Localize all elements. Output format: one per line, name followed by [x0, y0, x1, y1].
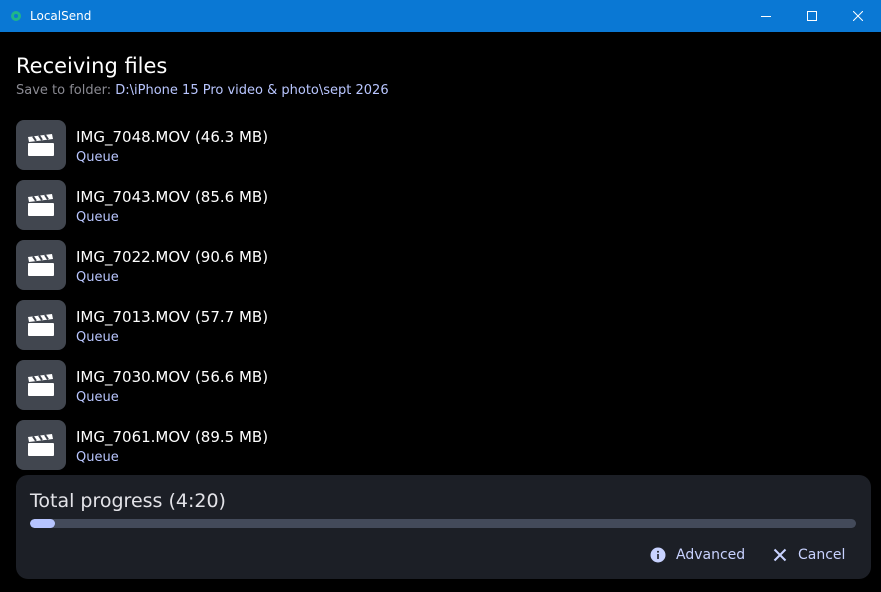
minimize-button[interactable] — [743, 0, 789, 32]
video-file-icon — [16, 360, 66, 410]
page-title: Receiving files — [16, 54, 168, 78]
file-list-item[interactable]: IMG_7022.MOV (90.6 MB) Queue — [16, 240, 866, 300]
file-name: IMG_7013.MOV (57.7 MB) — [76, 308, 269, 326]
advanced-button[interactable]: Advanced — [650, 542, 745, 568]
file-status: Queue — [76, 330, 119, 345]
file-status: Queue — [76, 390, 119, 405]
file-name: IMG_7061.MOV (89.5 MB) — [76, 428, 269, 446]
file-status: Queue — [76, 150, 119, 165]
close-icon — [853, 11, 863, 21]
total-progress-bar — [30, 519, 856, 528]
cancel-button-label: Cancel — [798, 547, 846, 563]
minimize-icon — [761, 16, 771, 17]
file-name: IMG_7043.MOV (85.6 MB) — [76, 188, 269, 206]
video-file-icon — [16, 420, 66, 470]
video-file-icon — [16, 240, 66, 290]
file-status: Queue — [76, 450, 119, 465]
window-title: LocalSend — [30, 9, 92, 23]
file-status: Queue — [76, 270, 119, 285]
close-icon — [772, 547, 788, 563]
save-folder-label: Save to folder: — [16, 83, 112, 98]
save-folder-info: Save to folder: D:\iPhone 15 Pro video &… — [16, 83, 389, 98]
maximize-icon — [807, 11, 817, 21]
total-progress-fill — [30, 519, 55, 528]
file-status: Queue — [76, 210, 119, 225]
file-list-item[interactable]: IMG_7061.MOV (89.5 MB) Queue — [16, 420, 866, 480]
video-file-icon — [16, 300, 66, 350]
file-list-item[interactable]: IMG_7013.MOV (57.7 MB) Queue — [16, 300, 866, 360]
total-progress-title: Total progress (4:20) — [30, 490, 226, 512]
title-bar[interactable]: LocalSend — [0, 0, 881, 32]
localsend-logo-icon — [10, 10, 22, 22]
total-progress-panel: Total progress (4:20) Advanced Cancel — [16, 475, 871, 579]
save-folder-path: D:\iPhone 15 Pro video & photo\sept 2026 — [115, 83, 389, 98]
video-file-icon — [16, 180, 66, 230]
file-list-item[interactable]: IMG_7043.MOV (85.6 MB) Queue — [16, 180, 866, 240]
file-name: IMG_7048.MOV (46.3 MB) — [76, 128, 269, 146]
file-name: IMG_7022.MOV (90.6 MB) — [76, 248, 269, 266]
maximize-button[interactable] — [789, 0, 835, 32]
advanced-button-label: Advanced — [676, 547, 746, 563]
app-window: LocalSend Receiving files Save to folder… — [0, 0, 881, 592]
window-controls — [743, 0, 881, 32]
video-file-icon — [16, 120, 66, 170]
cancel-button[interactable]: Cancel — [772, 542, 845, 568]
file-list-item[interactable]: IMG_7030.MOV (56.6 MB) Queue — [16, 360, 866, 420]
info-icon — [650, 547, 666, 563]
file-name: IMG_7030.MOV (56.6 MB) — [76, 368, 269, 386]
close-window-button[interactable] — [835, 0, 881, 32]
file-list-item[interactable]: IMG_7048.MOV (46.3 MB) Queue — [16, 120, 866, 180]
